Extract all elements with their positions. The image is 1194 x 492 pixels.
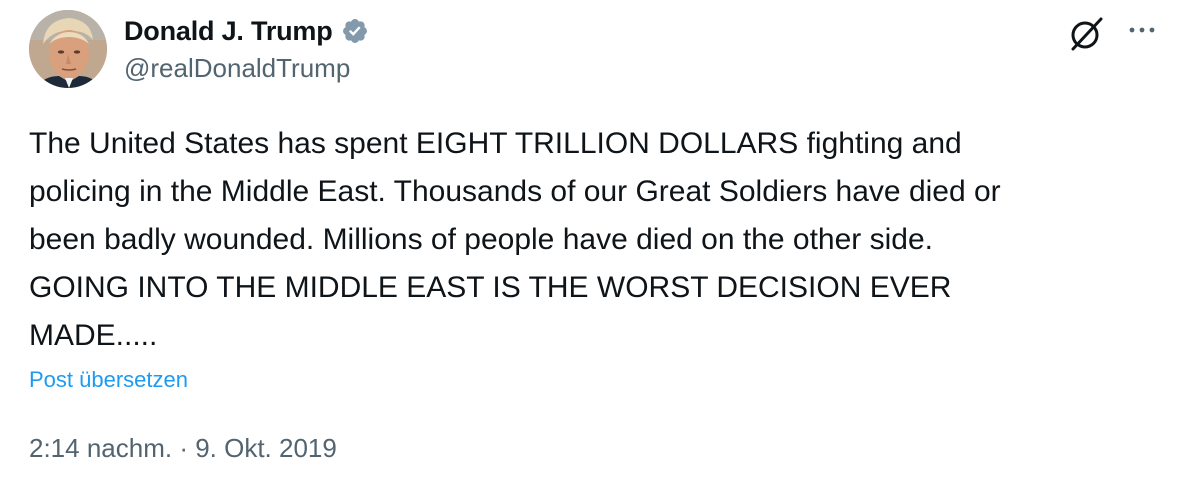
handle[interactable]: @realDonaldTrump xyxy=(124,53,369,84)
grok-icon[interactable] xyxy=(1066,14,1106,54)
avatar[interactable] xyxy=(29,10,107,88)
name-row: Donald J. Trump xyxy=(124,12,369,50)
tweet-text: The United States has spent EIGHT TRILLI… xyxy=(29,127,1001,352)
avatar-image xyxy=(29,10,107,88)
tweet-header: Donald J. Trump @realDonaldTrump xyxy=(124,12,369,84)
timestamp[interactable]: 2:14 nachm. · 9. Okt. 2019 xyxy=(29,433,337,464)
tweet-card: Donald J. Trump @realDonaldTrump The Uni… xyxy=(0,0,1194,492)
more-options-icon[interactable] xyxy=(1124,14,1160,50)
display-name[interactable]: Donald J. Trump xyxy=(124,16,333,47)
translate-post-link[interactable]: Post übersetzen xyxy=(29,367,188,393)
verified-badge-icon[interactable] xyxy=(341,17,369,45)
